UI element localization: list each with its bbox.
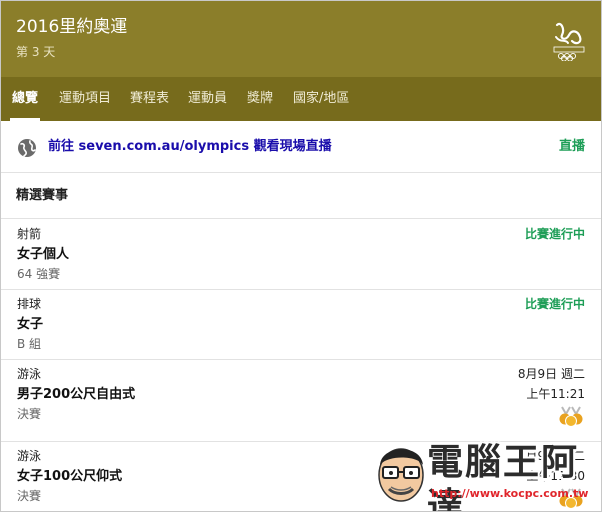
card-header: 2016里約奧運 第 3 天 總覽 運動項目 賽程表 運動員 獎牌 國家/地區 — [1, 1, 601, 121]
tab-schedule[interactable]: 賽程表 — [130, 77, 169, 121]
event-name: 女子 — [17, 317, 44, 332]
event-round: 決賽 — [17, 489, 42, 503]
event-status: 比賽進行中 — [524, 297, 585, 311]
tab-sports[interactable]: 運動項目 — [59, 77, 111, 121]
event-sport: 游泳 — [17, 367, 42, 381]
tab-medals[interactable]: 獎牌 — [247, 77, 273, 121]
tab-athletes[interactable]: 運動員 — [188, 77, 227, 121]
event-name: 男子200公尺自由式 — [17, 387, 136, 402]
event-round: B 組 — [17, 337, 42, 351]
medal-icon — [559, 406, 583, 427]
featured-events-title: 精選賽事 — [16, 188, 69, 203]
event-round: 64 強賽 — [17, 267, 61, 281]
event-date: 8月9日 週二 — [517, 367, 585, 381]
live-badge[interactable]: 直播 — [559, 138, 585, 156]
site-watermark: 電腦王阿達 http://www.kocpc.com.tw — [373, 437, 601, 511]
live-stream-link[interactable]: 前往 seven.com.au/olympics 觀看現場直播 — [48, 138, 332, 156]
event-status: 比賽進行中 — [524, 227, 585, 241]
event-name: 女子100公尺仰式 — [17, 469, 123, 484]
page-title: 2016里約奧運 — [16, 17, 128, 37]
live-stream-row[interactable]: 前往 seven.com.au/olympics 觀看現場直播 直播 — [1, 122, 601, 173]
event-name: 女子個人 — [17, 247, 70, 262]
event-item-swimming-200m[interactable]: 游泳 男子200公尺自由式 決賽 8月9日 週二 上午11:21 — [1, 359, 601, 441]
event-sport: 射箭 — [17, 227, 42, 241]
tab-bar: 總覽 運動項目 賽程表 運動員 獎牌 國家/地區 — [1, 77, 601, 121]
olympics-card: 2016里約奧運 第 3 天 總覽 運動項目 賽程表 運動員 獎牌 國家/地區 … — [0, 0, 602, 512]
watermark-title: 電腦王阿達 — [427, 442, 580, 512]
globe-icon — [18, 139, 36, 157]
cartoon-face-icon — [378, 448, 424, 502]
event-item-volleyball[interactable]: 排球 女子 B 組 比賽進行中 — [1, 289, 601, 359]
event-sport: 排球 — [17, 297, 42, 311]
tab-countries[interactable]: 國家/地區 — [293, 77, 349, 121]
rio2016-logo-icon — [553, 22, 585, 61]
event-round: 決賽 — [17, 407, 42, 421]
event-item-archery[interactable]: 射箭 女子個人 64 強賽 比賽進行中 — [1, 219, 601, 289]
tab-overview[interactable]: 總覽 — [9, 77, 41, 121]
watermark-url: http://www.kocpc.com.tw — [431, 487, 589, 500]
day-subtitle: 第 3 天 — [16, 45, 56, 59]
event-sport: 游泳 — [17, 449, 42, 463]
event-time: 上午11:21 — [526, 387, 585, 401]
